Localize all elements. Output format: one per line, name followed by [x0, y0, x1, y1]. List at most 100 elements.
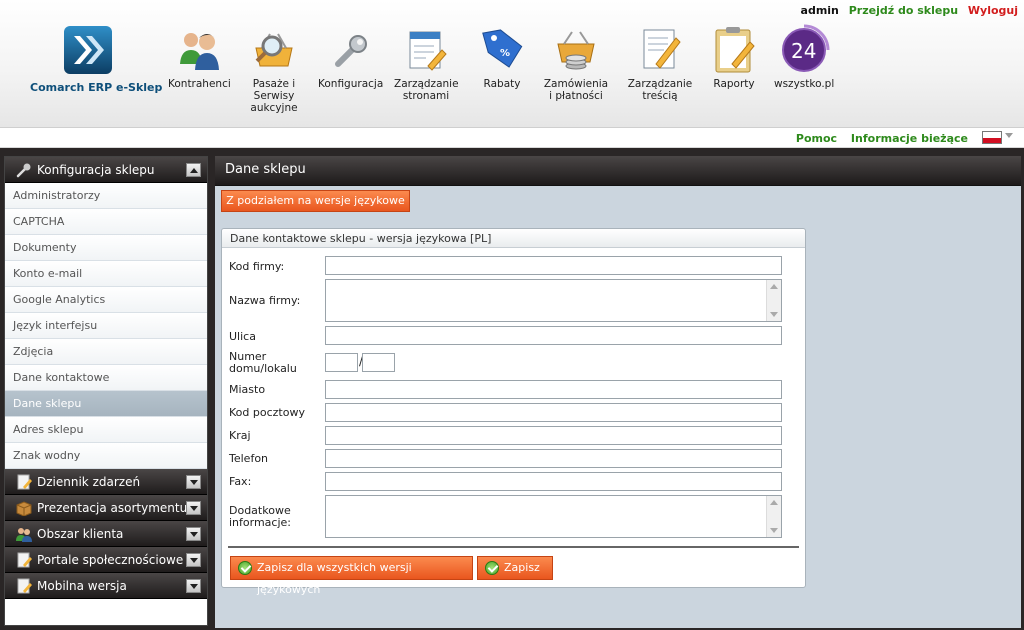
- language-flag-icon[interactable]: [982, 131, 1002, 144]
- label-house-number: Numer domu/lokalu: [229, 350, 297, 375]
- textarea-scrollbar[interactable]: [766, 496, 781, 537]
- postal-code-input[interactable]: [325, 403, 782, 422]
- current-user: admin: [800, 4, 839, 17]
- wszystko-24-icon: 24: [782, 24, 830, 72]
- nav-pasaze[interactable]: Pasaże i Serwisy aukcyjne: [236, 24, 312, 114]
- expand-toggle[interactable]: [186, 579, 201, 593]
- sidebar-item-dokumenty[interactable]: Dokumenty: [5, 235, 207, 261]
- section-konfiguracja-sklepu[interactable]: Konfiguracja sklepu: [5, 157, 207, 183]
- company-name-textarea[interactable]: [325, 279, 782, 322]
- wrench-icon: [16, 163, 31, 178]
- check-icon: [485, 561, 499, 575]
- street-input[interactable]: [325, 326, 782, 345]
- label-country: Kraj: [229, 429, 251, 442]
- city-input[interactable]: [325, 380, 782, 399]
- nav-raporty[interactable]: Raporty: [708, 24, 760, 90]
- users-icon: [180, 33, 219, 70]
- section-title: Mobilna wersja: [37, 579, 127, 593]
- sub-bar: Pomoc Informacje bieżące: [0, 128, 1024, 148]
- sidebar-item-adres-sklepu[interactable]: Adres sklepu: [5, 417, 207, 443]
- section-title: Prezentacja asortymentu: [37, 501, 188, 515]
- nav-rabaty[interactable]: % Rabaty: [476, 24, 528, 90]
- nav-label: Raporty: [713, 78, 755, 90]
- section-prezentacja-asortymentu[interactable]: Prezentacja asortymentu: [5, 495, 207, 521]
- label-company-name: Nazwa firmy:: [229, 294, 301, 307]
- section-mobilna-wersja[interactable]: Mobilna wersja: [5, 573, 207, 599]
- divider: [228, 546, 799, 548]
- house-number-input[interactable]: [325, 353, 358, 372]
- nav-wszystko[interactable]: 24 wszystko.pl: [774, 24, 834, 90]
- section-dziennik-zdarzen[interactable]: Dziennik zdarzeń: [5, 469, 207, 495]
- sidebar-item-zdjecia[interactable]: Zdjęcia: [5, 339, 207, 365]
- logo-name: Comarch ERP e-Sklep: [30, 81, 163, 94]
- sidebar-item-dane-sklepu[interactable]: Dane sklepu: [5, 391, 207, 417]
- top-links: admin Przejdź do sklepu Wyloguj: [795, 4, 1018, 17]
- wrench-icon: [335, 35, 367, 67]
- notepad-icon: [17, 474, 32, 490]
- logout-link[interactable]: Wyloguj: [968, 4, 1018, 17]
- notepad-icon: [17, 578, 32, 594]
- label-company-code: Kod firmy:: [229, 260, 285, 273]
- sidebar-item-captcha[interactable]: CAPTCHA: [5, 209, 207, 235]
- nav-zarzadzanie-stronami[interactable]: Zarządzanie stronami: [394, 24, 459, 102]
- sidebar-item-administratorzy[interactable]: Administratorzy: [5, 183, 207, 209]
- nav-label: Zarządzanie stronami: [394, 78, 459, 102]
- sidebar-item-jezyk-interfejsu[interactable]: Język interfejsu: [5, 313, 207, 339]
- panel-title: Dane kontaktowe sklepu - wersja językowa…: [222, 229, 805, 248]
- sidebar-item-google-analytics[interactable]: Google Analytics: [5, 287, 207, 313]
- nav-label: wszystko.pl: [774, 78, 835, 90]
- section-title: Konfiguracja sklepu: [37, 163, 155, 177]
- wszystko-badge: 24: [791, 39, 816, 63]
- nav-label: Rabaty: [483, 78, 521, 90]
- section-title: Dziennik zdarzeń: [37, 475, 141, 489]
- nav-label: Kontrahenci: [168, 78, 231, 90]
- country-input[interactable]: [325, 426, 782, 445]
- nav-label: Zamówienia i płatności: [543, 78, 609, 102]
- apartment-number-input[interactable]: [362, 353, 395, 372]
- svg-text:%: %: [500, 48, 510, 59]
- expand-toggle[interactable]: [186, 553, 201, 567]
- company-code-input[interactable]: [325, 256, 782, 275]
- expand-toggle[interactable]: [186, 527, 201, 541]
- section-portale-spolecznosciowe[interactable]: Portale społecznościowe: [5, 547, 207, 573]
- contact-panel: Dane kontaktowe sklepu - wersja językowa…: [221, 228, 806, 596]
- label-city: Miasto: [229, 383, 266, 396]
- save-all-languages-button[interactable]: Zapisz dla wszystkich wersji językowych: [230, 556, 473, 596]
- logo[interactable]: Comarch ERP e-Sklep: [30, 24, 163, 94]
- collapse-toggle[interactable]: [186, 163, 201, 177]
- clipboard-icon: [715, 27, 755, 73]
- sidebar-item-znak-wodny[interactable]: Znak wodny: [5, 443, 207, 469]
- fax-input[interactable]: [325, 472, 782, 491]
- comarch-logo-icon: [64, 26, 112, 74]
- additional-info-textarea[interactable]: [325, 495, 782, 538]
- section-obszar-klienta[interactable]: Obszar klienta: [5, 521, 207, 547]
- basket-coins-icon: [557, 31, 595, 70]
- sidebar: Konfiguracja sklepu Administratorzy CAPT…: [4, 156, 208, 626]
- expand-toggle[interactable]: [186, 475, 201, 489]
- label-postal-code: Kod pocztowy: [229, 406, 305, 419]
- main-content: Dane sklepu Z podziałem na wersje języko…: [215, 156, 1021, 628]
- nav-konfiguracja[interactable]: Konfiguracja: [318, 24, 384, 90]
- language-split-button[interactable]: Z podziałem na wersje językowe: [221, 190, 410, 212]
- go-to-shop-link[interactable]: Przejdź do sklepu: [849, 4, 958, 17]
- sidebar-item-dane-kontaktowe[interactable]: Dane kontaktowe: [5, 365, 207, 391]
- language-dropdown-caret-icon[interactable]: [1005, 133, 1013, 138]
- save-all-label: Zapisz dla wszystkich wersji językowych: [257, 561, 412, 596]
- nav-label: Konfiguracja: [318, 78, 384, 90]
- nav-zamowienia[interactable]: Zamówienia i płatności: [542, 24, 610, 102]
- textarea-scrollbar[interactable]: [766, 280, 781, 321]
- box-icon: [16, 501, 32, 516]
- phone-input[interactable]: [325, 449, 782, 468]
- nav-label: Pasaże i Serwisy aukcyjne: [250, 78, 298, 114]
- news-link[interactable]: Informacje bieżące: [851, 132, 968, 145]
- sidebar-item-konto-email[interactable]: Konto e-mail: [5, 261, 207, 287]
- page-title: Dane sklepu: [215, 156, 1021, 186]
- section-title: Obszar klienta: [37, 527, 124, 541]
- save-button[interactable]: Zapisz: [477, 556, 553, 580]
- nav-zarzadzanie-trescia[interactable]: Zarządzanie treścią: [626, 24, 694, 102]
- expand-toggle[interactable]: [186, 501, 201, 515]
- help-link[interactable]: Pomoc: [796, 132, 837, 145]
- users-icon: [16, 528, 32, 542]
- nav-kontrahenci[interactable]: Kontrahenci: [168, 24, 231, 90]
- label-additional: Dodatkowe informacje:: [229, 504, 291, 529]
